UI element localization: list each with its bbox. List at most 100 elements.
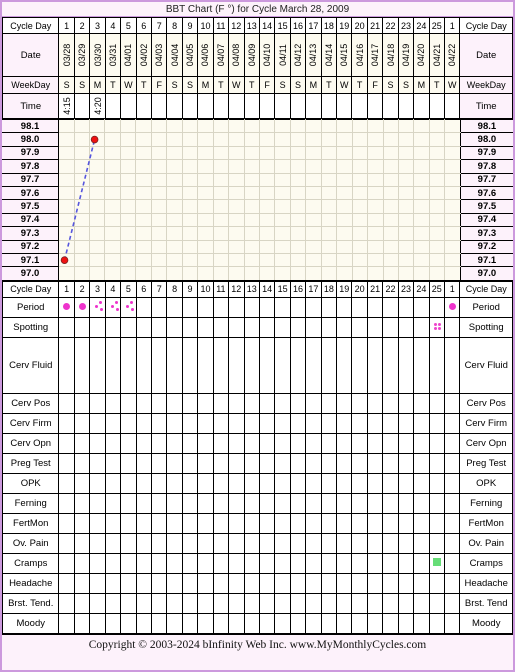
cerv_fluid-cell-12[interactable] — [228, 336, 245, 394]
temp-grid-cell[interactable] — [212, 226, 230, 241]
brst_tend-cell-5[interactable] — [120, 592, 137, 614]
temp-grid-cell[interactable] — [150, 185, 168, 201]
temp-grid-cell[interactable] — [104, 266, 121, 281]
opk-cell-21[interactable] — [366, 472, 384, 494]
spotting-cell-8[interactable] — [166, 316, 183, 338]
cerv_pos-cell-11[interactable] — [212, 392, 230, 414]
temp-grid-cell[interactable] — [181, 132, 199, 147]
cerv_fluid-cell-5[interactable] — [120, 336, 137, 394]
cerv_firm-cell-2[interactable] — [73, 412, 91, 434]
temp-grid-cell[interactable] — [88, 185, 106, 201]
cramps-cell-3[interactable] — [89, 552, 106, 574]
ferning-cell-23[interactable] — [397, 492, 415, 514]
temp-grid-cell[interactable] — [382, 132, 400, 147]
cramps-cell-12[interactable] — [228, 552, 245, 574]
temp-grid-cell[interactable] — [212, 172, 230, 187]
cycle-day-header-2[interactable]: 2 — [73, 17, 91, 34]
temp-grid-cell[interactable] — [305, 199, 322, 214]
brst_tend-cell-16[interactable] — [289, 592, 307, 614]
temp-grid-cell[interactable] — [258, 252, 276, 268]
temp-grid-cell[interactable] — [150, 118, 168, 134]
brst_tend-cell-12[interactable] — [228, 592, 245, 614]
cerv_pos-cell-12[interactable] — [228, 392, 245, 414]
spotting-cell-26[interactable] — [443, 316, 461, 338]
opk-cell-24[interactable] — [413, 472, 430, 494]
period-cell-8[interactable] — [166, 296, 183, 318]
period-cell-14[interactable] — [258, 296, 276, 318]
cerv_firm-cell-1[interactable] — [58, 412, 75, 434]
cerv_pos-cell-22[interactable] — [382, 392, 399, 414]
temp-grid-cell[interactable] — [119, 212, 137, 228]
temp-grid-cell[interactable] — [258, 199, 276, 214]
cerv_opn-cell-3[interactable] — [89, 432, 106, 454]
preg_test-cell-15[interactable] — [274, 452, 291, 474]
headache-cell-15[interactable] — [274, 572, 291, 594]
temp-grid-cell[interactable] — [367, 145, 384, 161]
temp-grid-cell[interactable] — [197, 118, 214, 134]
cycle-day-header-lower-15[interactable]: 15 — [274, 280, 291, 298]
headache-cell-7[interactable] — [150, 572, 168, 594]
fertmon-cell-23[interactable] — [397, 512, 415, 534]
temp-grid-cell[interactable] — [305, 145, 322, 161]
preg_test-cell-13[interactable] — [243, 452, 260, 474]
cerv_firm-cell-8[interactable] — [166, 412, 183, 434]
spotting-cell-2[interactable] — [73, 316, 91, 338]
opk-cell-10[interactable] — [197, 472, 214, 494]
fertmon-cell-18[interactable] — [320, 512, 338, 534]
brst_tend-cell-21[interactable] — [366, 592, 384, 614]
temp-grid-cell[interactable] — [336, 185, 353, 201]
ov_pain-cell-1[interactable] — [58, 532, 75, 554]
temp-grid-cell[interactable] — [73, 159, 90, 174]
moody-cell-19[interactable] — [336, 612, 353, 634]
cerv_firm-cell-20[interactable] — [351, 412, 368, 434]
temp-grid-cell[interactable] — [135, 199, 152, 214]
cerv_fluid-cell-11[interactable] — [212, 336, 230, 394]
temp-grid-cell[interactable] — [382, 252, 400, 268]
temp-grid-cell[interactable] — [428, 226, 446, 241]
ov_pain-cell-3[interactable] — [89, 532, 106, 554]
temp-grid-cell[interactable] — [336, 212, 353, 228]
opk-cell-16[interactable] — [289, 472, 307, 494]
headache-cell-6[interactable] — [135, 572, 152, 594]
temp-grid-cell[interactable] — [197, 159, 214, 174]
opk-cell-3[interactable] — [89, 472, 106, 494]
time-cell-1[interactable]: 4:15 — [58, 93, 75, 119]
brst_tend-cell-14[interactable] — [258, 592, 276, 614]
spotting-cell-11[interactable] — [212, 316, 230, 338]
temp-grid-cell[interactable] — [119, 252, 137, 268]
temp-grid-cell[interactable] — [73, 172, 90, 187]
temp-grid-cell[interactable] — [258, 185, 276, 201]
ferning-cell-11[interactable] — [212, 492, 230, 514]
spotting-cell-6[interactable] — [135, 316, 152, 338]
temp-grid-cell[interactable] — [135, 159, 152, 174]
temp-grid-cell[interactable] — [119, 118, 137, 134]
moody-cell-5[interactable] — [120, 612, 137, 634]
temp-grid-cell[interactable] — [258, 212, 276, 228]
temp-grid-cell[interactable] — [351, 226, 369, 241]
cerv_pos-cell-18[interactable] — [320, 392, 338, 414]
cerv_opn-cell-24[interactable] — [413, 432, 430, 454]
moody-cell-13[interactable] — [243, 612, 260, 634]
headache-cell-1[interactable] — [58, 572, 75, 594]
temp-grid-cell[interactable] — [320, 266, 338, 281]
cycle-day-header-22[interactable]: 22 — [382, 17, 399, 34]
temp-grid-cell[interactable] — [88, 212, 106, 228]
temp-grid-cell[interactable] — [274, 252, 291, 268]
cerv_opn-cell-25[interactable] — [428, 432, 446, 454]
ferning-cell-20[interactable] — [351, 492, 368, 514]
fertmon-cell-10[interactable] — [197, 512, 214, 534]
temp-grid-cell[interactable] — [119, 199, 137, 214]
cycle-day-header-24[interactable]: 24 — [413, 17, 430, 34]
temp-grid-cell[interactable] — [228, 226, 245, 241]
temp-grid-cell[interactable] — [73, 252, 90, 268]
moody-cell-2[interactable] — [73, 612, 91, 634]
fertmon-cell-2[interactable] — [73, 512, 91, 534]
period-cell-24[interactable] — [413, 296, 430, 318]
cerv_opn-cell-2[interactable] — [73, 432, 91, 454]
cerv_opn-cell-8[interactable] — [166, 432, 183, 454]
ov_pain-cell-9[interactable] — [181, 532, 199, 554]
ferning-cell-24[interactable] — [413, 492, 430, 514]
temp-grid-cell[interactable] — [212, 185, 230, 201]
temp-grid-cell[interactable] — [135, 132, 152, 147]
ferning-cell-6[interactable] — [135, 492, 152, 514]
